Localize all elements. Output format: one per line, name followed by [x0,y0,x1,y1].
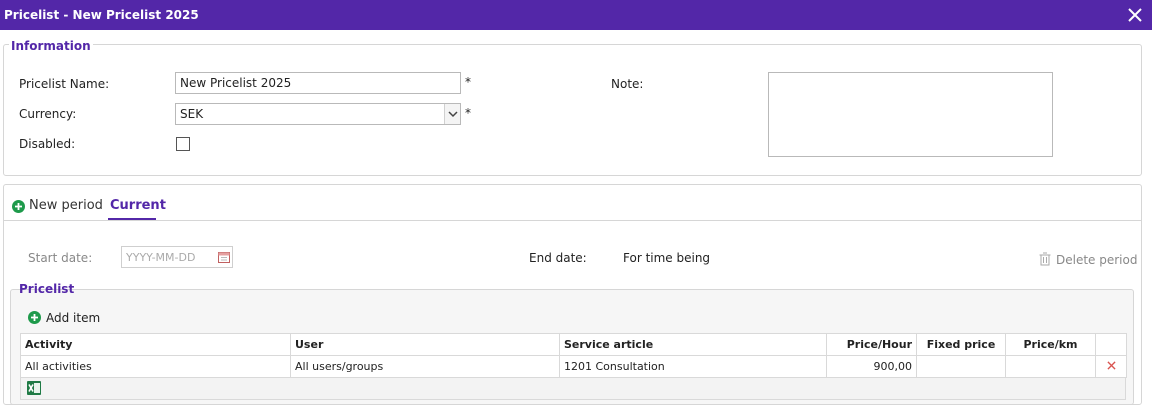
currency-value: SEK [180,107,204,121]
column-header-fixed-price[interactable]: Fixed price [916,333,1006,356]
note-textarea[interactable] [768,72,1053,157]
plus-circle-icon[interactable] [28,311,41,324]
cell-actions [1095,355,1127,378]
excel-icon[interactable] [27,381,41,395]
column-header-price-hour[interactable]: Price/Hour [826,333,917,356]
cell-activity[interactable]: All activities [20,355,291,378]
table-header-row: Activity User Service article Price/Hour… [20,333,1127,356]
pricelist-legend: Pricelist [19,282,75,296]
table-row[interactable]: All activities All users/groups 1201 Con… [20,355,1127,378]
start-date-label: Start date: [28,251,93,265]
delete-x-icon[interactable] [1106,361,1116,370]
trash-icon[interactable] [1039,252,1051,266]
calendar-icon[interactable] [218,251,230,263]
cell-price-hour[interactable]: 900,00 [826,355,917,378]
required-mark: * [465,75,471,89]
add-item-button[interactable]: Add item [46,311,100,325]
chevron-down-icon[interactable] [444,104,460,124]
start-date-placeholder: YYYY-MM-DD [126,251,196,264]
disabled-checkbox[interactable] [176,137,190,151]
column-header-actions [1095,333,1127,356]
column-header-activity[interactable]: Activity [20,333,291,356]
required-mark: * [465,106,471,120]
cell-user[interactable]: All users/groups [290,355,560,378]
information-legend: Information [9,39,93,53]
tab-new-period[interactable]: New period [29,198,103,213]
note-label: Note: [611,77,644,91]
end-date-value: For time being [623,251,711,265]
pricelist-name-label: Pricelist Name: [19,77,110,91]
cell-price-km[interactable] [1005,355,1096,378]
column-header-user[interactable]: User [290,333,560,356]
window-title: Pricelist - New Pricelist 2025 [4,8,199,22]
pricelist-table: Activity User Service article Price/Hour… [20,333,1127,378]
tab-divider [4,220,1141,221]
close-icon[interactable] [1124,4,1146,26]
cell-fixed-price[interactable] [916,355,1006,378]
end-date-label: End date: [529,251,587,265]
delete-period-button[interactable]: Delete period [1056,253,1137,267]
column-header-service-article[interactable]: Service article [559,333,827,356]
pricelist-name-input[interactable] [175,72,461,94]
currency-select[interactable]: SEK [175,103,461,125]
cell-service-article[interactable]: 1201 Consultation [559,355,827,378]
column-header-price-km[interactable]: Price/km [1005,333,1096,356]
window-titlebar: Pricelist - New Pricelist 2025 [0,0,1152,30]
table-footer [20,378,1126,400]
plus-circle-icon[interactable] [12,200,25,213]
disabled-label: Disabled: [19,137,76,151]
start-date-input[interactable]: YYYY-MM-DD [121,246,233,268]
currency-label: Currency: [19,107,77,121]
tab-current[interactable]: Current [110,198,166,213]
